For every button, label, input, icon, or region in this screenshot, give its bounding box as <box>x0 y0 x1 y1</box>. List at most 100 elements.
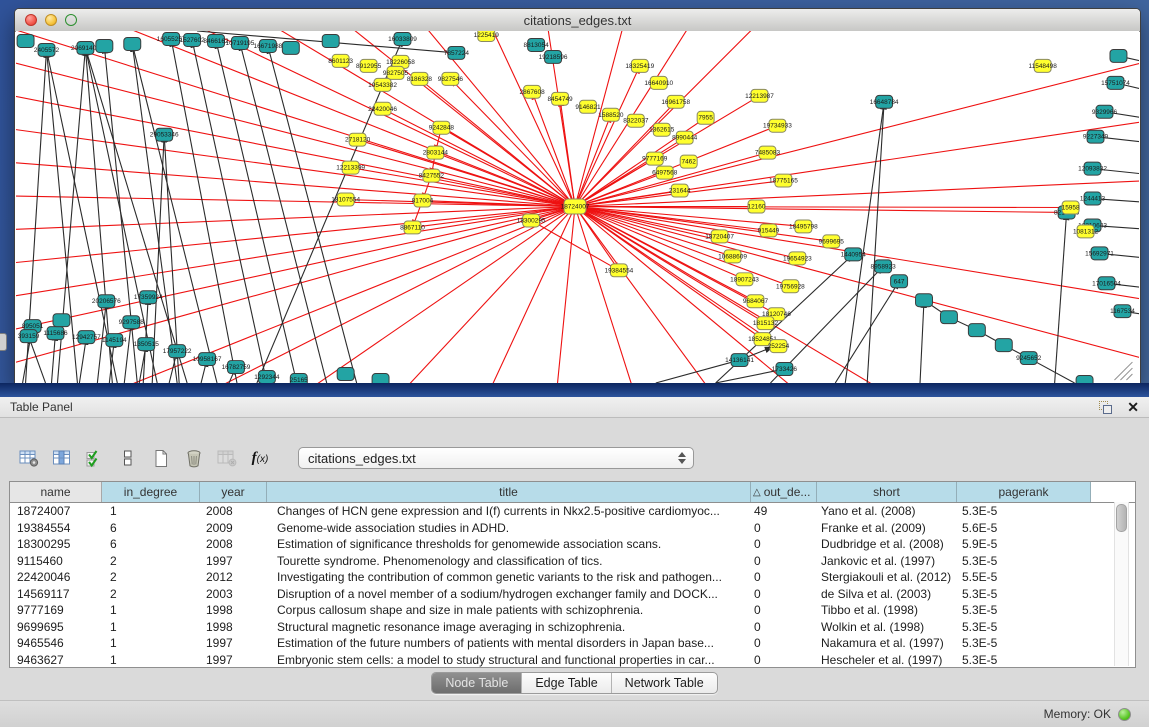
table-cell[interactable]: 14569117 <box>10 587 102 601</box>
table-cell[interactable]: 1997 <box>200 636 267 650</box>
table-cell[interactable]: Tibbo et al. (1998) <box>817 603 957 617</box>
network-node[interactable]: 8912955 <box>356 59 382 72</box>
network-node[interactable]: 9329966 <box>1092 105 1118 118</box>
table-cell[interactable]: 5.6E-5 <box>957 521 1091 535</box>
table-cell[interactable]: Investigating the contribution of common… <box>267 570 751 584</box>
table-cell[interactable]: Tourette syndrome. Phenomenology and cla… <box>267 554 751 568</box>
table-cell[interactable]: 5.3E-5 <box>957 504 1091 518</box>
table-row[interactable]: 1456911722003Disruption of a novel membe… <box>10 586 1135 603</box>
table-cell[interactable]: Corpus callosum shape and size in male p… <box>267 603 751 617</box>
network-node[interactable] <box>372 374 389 383</box>
network-node[interactable] <box>282 41 299 54</box>
network-node[interactable]: 8454749 <box>547 92 573 105</box>
table-cell[interactable]: Dudbridge et al. (2008) <box>817 537 957 551</box>
table-cell[interactable]: 0 <box>751 521 817 535</box>
table-cell[interactable]: 5.9E-5 <box>957 537 1091 551</box>
network-node[interactable]: 1167534 <box>1110 305 1135 318</box>
table-cell[interactable]: 9115460 <box>10 554 102 568</box>
table-cell[interactable]: Stergiakouli et al. (2012) <box>817 570 957 584</box>
network-node[interactable] <box>968 324 985 337</box>
network-node[interactable]: 15751074 <box>1101 76 1130 89</box>
table-cell[interactable]: 5.5E-5 <box>957 570 1091 584</box>
column-header-year[interactable]: year <box>200 482 267 502</box>
column-header-in_degree[interactable]: in_degree <box>102 482 200 502</box>
network-node[interactable]: 19218596 <box>539 50 568 63</box>
table-cell[interactable]: 1 <box>102 653 200 667</box>
column-header-short[interactable]: short <box>817 482 957 502</box>
network-node[interactable]: 8186328 <box>407 72 433 85</box>
table-cell[interactable]: Jankovic et al. (1997) <box>817 554 957 568</box>
new-column-icon[interactable] <box>150 447 172 469</box>
network-node[interactable]: 9827546 <box>438 72 464 85</box>
table-cell[interactable]: 49 <box>751 504 817 518</box>
table-cell[interactable]: 2 <box>102 570 200 584</box>
network-node[interactable] <box>940 311 957 324</box>
table-cell[interactable]: 0 <box>751 653 817 667</box>
network-node[interactable]: 20206576 <box>92 295 121 308</box>
table-cell[interactable]: 0 <box>751 570 817 584</box>
network-node[interactable]: 9146821 <box>575 100 601 113</box>
table-cell[interactable]: 1 <box>102 603 200 617</box>
network-node[interactable]: 8990444 <box>672 131 698 144</box>
network-node[interactable]: 11548498 <box>1029 59 1058 72</box>
close-window-icon[interactable] <box>25 14 37 26</box>
network-node[interactable]: 12942757 <box>72 331 101 344</box>
tab-network-table[interactable]: Network Table <box>612 673 717 693</box>
network-node[interactable]: 18107554 <box>331 193 360 206</box>
tab-node-table[interactable]: Node Table <box>432 673 522 693</box>
network-node[interactable]: 12160 <box>747 200 765 213</box>
hidden-panel-handle[interactable] <box>0 333 7 351</box>
network-node[interactable] <box>53 314 70 327</box>
network-node[interactable]: 915449 <box>758 224 780 237</box>
network-node[interactable]: 17016504 <box>1092 277 1121 290</box>
table-cell[interactable]: 2 <box>102 554 200 568</box>
network-node[interactable] <box>96 39 113 52</box>
window-titlebar[interactable]: citations_edges.txt <box>15 9 1140 32</box>
table-cell[interactable]: 0 <box>751 587 817 601</box>
table-row[interactable]: 1872400712008Changes of HCN gene express… <box>10 503 1135 520</box>
table-cell[interactable]: 0 <box>751 537 817 551</box>
network-node[interactable]: 6497568 <box>652 166 678 179</box>
table-cell[interactable]: 1 <box>102 636 200 650</box>
network-node[interactable]: 17957222 <box>163 345 192 358</box>
network-node[interactable]: 9699695 <box>819 235 845 248</box>
network-node[interactable]: 19756928 <box>776 280 805 293</box>
network-node[interactable]: 2405572 <box>34 43 60 56</box>
network-node[interactable]: 8958923 <box>871 260 897 273</box>
network-node[interactable]: 18325419 <box>625 59 654 72</box>
row-height-icon[interactable] <box>117 447 139 469</box>
tab-edge-table[interactable]: Edge Table <box>522 673 611 693</box>
close-panel-icon[interactable]: ✕ <box>1127 400 1139 414</box>
hub-node[interactable]: 18724007 <box>561 199 590 214</box>
network-node[interactable]: 8322037 <box>623 114 649 127</box>
table-cell[interactable]: 2008 <box>200 537 267 551</box>
network-node[interactable]: 2803144 <box>423 146 449 159</box>
network-node[interactable]: 2867608 <box>520 85 546 98</box>
network-node[interactable]: 16782759 <box>222 361 251 374</box>
network-node[interactable]: 8601123 <box>328 54 353 67</box>
table-cell[interactable]: 2012 <box>200 570 267 584</box>
network-graph[interactable]: 2405572 20691406 16055257 1527602 846616… <box>16 31 1139 383</box>
table-row[interactable]: 911546021997Tourette syndrome. Phenomeno… <box>10 553 1135 570</box>
network-node[interactable]: 10543382 <box>368 78 397 91</box>
delete-table-icon[interactable] <box>216 447 238 469</box>
network-node[interactable]: 7857224 <box>444 46 470 59</box>
table-cell[interactable]: 9699695 <box>10 620 102 634</box>
network-node[interactable]: 18495798 <box>789 220 818 233</box>
network-node[interactable]: 15958 <box>1062 201 1080 214</box>
column-header-pagerank[interactable]: pagerank <box>957 482 1091 502</box>
network-node[interactable]: 1733426 <box>772 363 798 376</box>
network-node[interactable]: 7955 <box>697 111 714 124</box>
network-node[interactable] <box>17 34 34 47</box>
network-node[interactable]: 16640910 <box>644 76 673 89</box>
network-node[interactable]: 16961758 <box>661 95 690 108</box>
function-builder-icon[interactable]: f(x) <box>249 447 271 469</box>
table-cell[interactable]: Wolkin et al. (1998) <box>817 620 957 634</box>
table-cell[interactable]: 1998 <box>200 603 267 617</box>
table-cell[interactable]: 2 <box>102 587 200 601</box>
network-node[interactable]: 10958167 <box>193 353 222 366</box>
table-cell[interactable]: 1998 <box>200 620 267 634</box>
table-row[interactable]: 969969511998Structural magnetic resonanc… <box>10 619 1135 636</box>
table-cell[interactable]: 22420046 <box>10 570 102 584</box>
network-node[interactable]: 10719195 <box>226 36 255 49</box>
